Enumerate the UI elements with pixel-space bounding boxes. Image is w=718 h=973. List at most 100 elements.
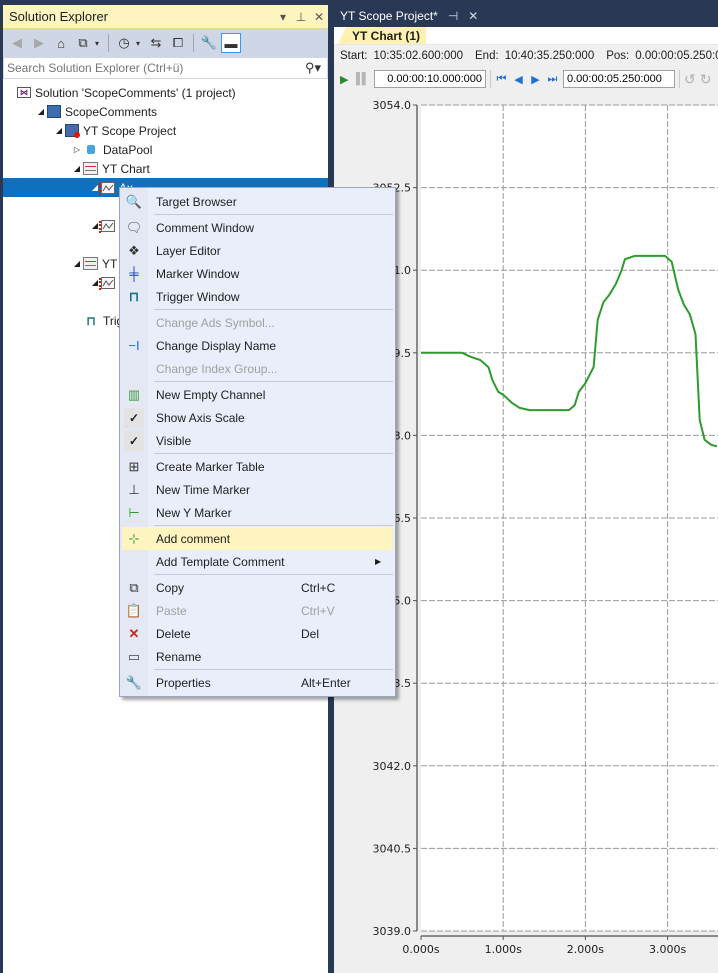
menu-item-comment-window[interactable]: 🗨 Comment Window: [120, 216, 395, 239]
menu-item-shortcut: Alt+Enter: [301, 675, 351, 690]
redo-icon[interactable]: ↻: [700, 71, 712, 88]
menu-item-label: New Time Marker: [156, 482, 251, 497]
document-tab[interactable]: YT Scope Project* ⊣ ✕: [334, 5, 485, 27]
copy-icon: ⧉: [129, 579, 139, 595]
menu-item-add-template-comment[interactable]: Add Template Comment ▶: [120, 550, 395, 573]
switch-views-icon[interactable]: ⧉: [73, 33, 93, 53]
menu-item-delete[interactable]: ✕ Delete Del: [120, 622, 395, 645]
y-tick-label: 3040.5: [373, 842, 412, 855]
tree-node-label: DataPool: [103, 142, 153, 157]
undo-icon[interactable]: ↺: [684, 71, 696, 88]
yt-chart-icon: [83, 162, 98, 175]
close-icon[interactable]: ✕: [310, 10, 328, 24]
y-tick-label: 3054.0: [373, 99, 412, 112]
menu-item-label: Paste: [156, 603, 187, 618]
search-input[interactable]: [7, 61, 299, 75]
toolbar-separator: [108, 34, 109, 52]
x-tick-label: 0.000s: [402, 943, 439, 956]
x-tick-label: 1.000s: [485, 943, 522, 956]
tree-node[interactable]: ⋈ Solution 'ScopeComments' (1 project): [3, 83, 328, 102]
forward-icon[interactable]: ▶: [29, 33, 49, 53]
menu-item-copy[interactable]: ⧉ Copy Ctrl+C: [120, 576, 395, 599]
document-tab-title: YT Scope Project*: [340, 9, 438, 23]
last-icon[interactable]: ⏭: [546, 73, 559, 86]
pending-changes-icon[interactable]: ◷: [114, 33, 134, 53]
home-icon[interactable]: ⌂: [51, 33, 71, 53]
pin-icon[interactable]: ⊥: [292, 10, 310, 24]
project-icon: [47, 105, 61, 118]
menu-item-label: Delete: [156, 626, 191, 641]
expanded-arrow-icon[interactable]: ◢: [71, 259, 83, 268]
tree-node-label: Solution 'ScopeComments' (1 project): [35, 85, 236, 100]
expanded-arrow-icon[interactable]: ◢: [53, 126, 65, 135]
layer-editor-icon: ❖: [128, 242, 140, 258]
tree-node-label: ScopeComments: [65, 104, 158, 119]
menu-item-new-y-marker[interactable]: ⊢ New Y Marker: [120, 501, 395, 524]
menu-item-new-empty-channel[interactable]: ▥ New Empty Channel: [120, 383, 395, 406]
pending-changes-dropdown-icon[interactable]: ▾: [136, 39, 144, 48]
tree-node[interactable]: ▷ DataPool: [3, 140, 328, 159]
menu-item-add-comment[interactable]: ⊹ Add comment: [122, 527, 393, 550]
menu-item-marker-window[interactable]: ╪ Marker Window: [120, 262, 395, 285]
marker-table-icon: ⊞: [128, 458, 140, 474]
menu-item-new-time-marker[interactable]: ⊥ New Time Marker: [120, 478, 395, 501]
start-value: 10:35:02.600:000: [373, 49, 464, 62]
pause-icon[interactable]: ▌▌: [356, 73, 370, 85]
window-position-dropdown-icon[interactable]: ▾: [274, 10, 292, 24]
menu-item-show-axis-scale[interactable]: ✓ Show Axis Scale: [120, 406, 395, 429]
context-menu: 🔍 Target Browser 🗨 Comment Window ❖ Layer Edi…: [119, 187, 396, 697]
menu-item-visible[interactable]: ✓ Visible: [120, 429, 395, 452]
menu-item-trigger-window[interactable]: ⊓ Trigger Window: [120, 285, 395, 308]
first-icon[interactable]: ⏮: [495, 73, 508, 86]
menu-item-change-index-group: Change Index Group...: [120, 357, 395, 380]
datapool-icon: [83, 143, 99, 157]
collapse-all-icon[interactable]: ⧠: [168, 33, 188, 53]
menu-item-label: Create Marker Table: [156, 459, 265, 474]
wrench-icon: 🔧: [125, 674, 143, 690]
switch-views-dropdown-icon[interactable]: ▾: [95, 39, 103, 48]
menu-item-label: Rename: [156, 649, 202, 664]
menu-item-properties[interactable]: 🔧 Properties Alt+Enter: [120, 671, 395, 694]
time-marker-icon: ⊥: [128, 481, 140, 497]
menu-separator: [154, 574, 393, 575]
position-input[interactable]: [563, 70, 675, 88]
next-icon[interactable]: ▶: [529, 73, 542, 86]
play-icon[interactable]: ▶: [340, 73, 352, 86]
menu-item-create-marker-table[interactable]: ⊞ Create Marker Table: [120, 455, 395, 478]
menu-item-rename[interactable]: ▭ Rename: [120, 645, 395, 668]
expanded-arrow-icon[interactable]: ◢: [71, 164, 83, 173]
collapsed-arrow-icon[interactable]: ▷: [71, 145, 83, 154]
menu-separator: [154, 381, 393, 382]
previous-icon[interactable]: ◀: [512, 73, 525, 86]
duration-input[interactable]: [374, 70, 486, 88]
end-value: 10:40:35.250:000: [504, 49, 595, 62]
menu-item-label: New Y Marker: [156, 505, 232, 520]
menu-item-label: Add Template Comment: [156, 554, 285, 569]
sync-icon[interactable]: ⇆: [146, 33, 166, 53]
expanded-arrow-icon[interactable]: ◢: [35, 107, 47, 116]
close-tab-icon[interactable]: ✕: [468, 9, 478, 23]
tree-node[interactable]: ◢ YT Scope Project: [3, 121, 328, 140]
search-icon[interactable]: ⚲▾: [299, 60, 327, 76]
app-window: Solution Explorer ▾ ⊥ ✕ ◀ ▶ ⌂ ⧉ ▾ ◷ ▾ ⇆ …: [0, 0, 718, 973]
properties-wrench-icon[interactable]: 🔧: [199, 33, 219, 53]
comment-window-icon: 🗨: [125, 219, 143, 235]
rename-icon: ▭: [127, 648, 141, 664]
tree-node[interactable]: ◢ ScopeComments: [3, 102, 328, 121]
pin-tab-icon[interactable]: ⊣: [448, 9, 458, 23]
menu-item-target-browser[interactable]: 🔍 Target Browser: [120, 190, 395, 213]
delete-icon: ✕: [128, 625, 140, 641]
menu-item-layer-editor[interactable]: ❖ Layer Editor: [120, 239, 395, 262]
tree-node[interactable]: ◢ YT Chart: [3, 159, 328, 178]
y-tick-label: 3042.0: [373, 760, 412, 773]
menu-separator: [154, 453, 393, 454]
y-tick-label: 3039.0: [373, 925, 412, 938]
pos-label: Pos:: [606, 49, 630, 62]
tab-yt-chart[interactable]: YT Chart (1): [338, 27, 427, 44]
menu-item-label: Add comment: [156, 531, 231, 546]
preview-icon[interactable]: ▬: [221, 33, 241, 53]
menu-item-change-display-name[interactable]: −I Change Display Name: [120, 334, 395, 357]
back-icon[interactable]: ◀: [7, 33, 27, 53]
solution-explorer-title: Solution Explorer: [9, 9, 108, 24]
solution-explorer-toolbar: ◀ ▶ ⌂ ⧉ ▾ ◷ ▾ ⇆ ⧠ 🔧 ▬: [3, 29, 328, 57]
